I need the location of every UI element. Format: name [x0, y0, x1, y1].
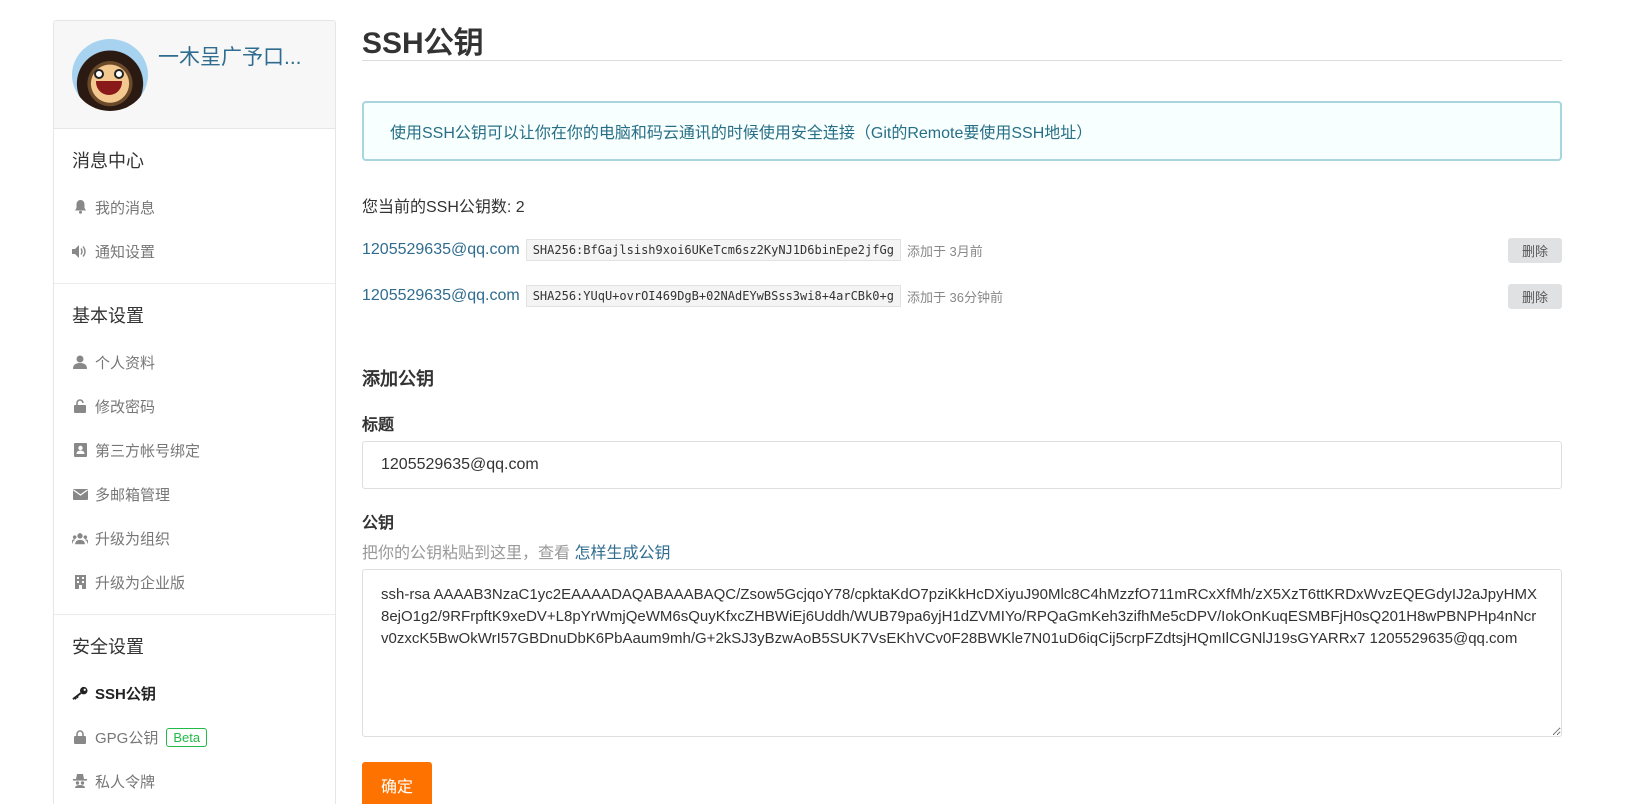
title-label: 标题: [362, 417, 395, 434]
avatar-eye: [114, 68, 124, 79]
avatar[interactable]: [72, 38, 148, 111]
sidebar-item-notify-settings[interactable]: 通知设置: [54, 229, 335, 273]
add-key-heading: 添加公钥: [362, 369, 434, 389]
sidebar-item-label: 升级为组织: [95, 530, 171, 548]
users-icon: [72, 530, 88, 546]
sidebar-item-label: 升级为企业版: [95, 574, 186, 592]
main-content: SSH公钥 使用SSH公钥可以让你在你的电脑和码云通讯的时候使用安全连接（Git…: [362, 0, 1562, 804]
section-title: 基本设置: [72, 306, 144, 326]
lock-icon: [72, 729, 88, 745]
pubkey-hint: 把你的公钥粘贴到这里，查看 怎样生成公钥: [362, 539, 1562, 563]
delete-key-button[interactable]: 删除: [1508, 283, 1562, 309]
key-fingerprint: SHA256:BfGajlsish9xoi6UKeTcm6sz2KyNJ1D6b…: [525, 239, 901, 261]
how-to-generate-link[interactable]: 怎样生成公钥: [574, 545, 670, 562]
volume-icon: [72, 243, 88, 259]
submit-button[interactable]: 确定: [362, 762, 432, 804]
section-title: 消息中心: [72, 151, 144, 171]
pubkey-label: 公钥: [362, 515, 395, 532]
key-title-link[interactable]: 1205529635@qq.com: [362, 287, 520, 305]
sidebar-item-label: 多邮箱管理: [95, 486, 171, 504]
section-messages: 消息中心 我的消息 通知设置: [54, 129, 335, 284]
key-list: 1205529635@qq.com SHA256:BfGajlsish9xoi6…: [362, 227, 1562, 319]
sidebar-item-personal-tokens[interactable]: 私人令牌: [54, 759, 335, 803]
sidebar-item-upgrade-org[interactable]: 升级为组织: [54, 516, 335, 560]
avatar-mouth: [96, 80, 122, 95]
pubkey-hint-text: 把你的公钥粘贴到这里，查看: [362, 545, 571, 562]
delete-key-button[interactable]: 删除: [1508, 237, 1562, 263]
section-title: 安全设置: [72, 637, 144, 657]
key-row: 1205529635@qq.com SHA256:BfGajlsish9xoi6…: [362, 227, 1562, 273]
key-added-time: 添加于 3月前: [906, 243, 983, 259]
section-basic: 基本设置 个人资料 修改密码 第三方帐号绑定 多邮箱管理 升级为组织 升级为企业…: [54, 284, 335, 615]
pubkey-textarea[interactable]: ssh-rsa AAAAB3NzaC1yc2EAAAADAQABAAABAQC/…: [362, 569, 1562, 737]
sidebar: 一木呈广予口... 消息中心 我的消息 通知设置 基本设置 个人资料 修改密码 …: [53, 20, 336, 804]
info-message: 使用SSH公钥可以让你在你的电脑和码云通讯的时候使用安全连接（Git的Remot…: [362, 101, 1562, 161]
user-icon: [72, 354, 88, 370]
sidebar-item-third-party[interactable]: 第三方帐号绑定: [54, 428, 335, 472]
title-input[interactable]: [362, 441, 1562, 489]
contact-card-icon: [72, 442, 88, 458]
sidebar-item-upgrade-enterprise[interactable]: 升级为企业版: [54, 560, 335, 604]
key-row: 1205529635@qq.com SHA256:YUqU+ovrOI469Dg…: [362, 273, 1562, 319]
beta-badge: Beta: [166, 727, 208, 747]
sidebar-item-label: 修改密码: [95, 398, 156, 416]
key-added-time: 添加于 36分钟前: [906, 289, 1004, 305]
key-title-link[interactable]: 1205529635@qq.com: [362, 241, 520, 259]
sidebar-item-label: GPG公钥: [95, 729, 159, 747]
key-fingerprint: SHA256:YUqU+ovrOI469DgB+02NAdEYwBSss3wi8…: [525, 285, 901, 307]
bell-icon: [72, 199, 88, 215]
profile-name[interactable]: 一木呈广予口...: [158, 41, 302, 71]
key-count: 您当前的SSH公钥数: 2: [362, 199, 525, 216]
sidebar-item-label: 通知设置: [95, 243, 156, 261]
page-title: SSH公钥: [362, 0, 1562, 61]
avatar-eye: [94, 68, 104, 79]
key-icon: [72, 685, 88, 701]
profile-header: 一木呈广予口...: [54, 21, 335, 129]
envelope-icon: [72, 486, 88, 502]
sidebar-item-label: 第三方帐号绑定: [95, 442, 201, 460]
building-icon: [72, 574, 88, 590]
sidebar-item-password[interactable]: 修改密码: [54, 384, 335, 428]
section-security: 安全设置 SSH公钥 GPG公钥 Beta 私人令牌: [54, 615, 335, 804]
sidebar-item-ssh-keys[interactable]: SSH公钥: [54, 671, 335, 715]
sidebar-item-email[interactable]: 多邮箱管理: [54, 472, 335, 516]
sidebar-item-profile[interactable]: 个人资料: [54, 340, 335, 384]
sidebar-item-gpg-keys[interactable]: GPG公钥 Beta: [54, 715, 335, 759]
spy-icon: [72, 773, 88, 789]
sidebar-item-label: SSH公钥: [95, 685, 156, 703]
unlock-icon: [72, 398, 88, 414]
sidebar-item-my-messages[interactable]: 我的消息: [54, 185, 335, 229]
sidebar-item-label: 私人令牌: [95, 773, 156, 791]
sidebar-item-label: 我的消息: [95, 199, 156, 217]
sidebar-item-label: 个人资料: [95, 354, 156, 372]
